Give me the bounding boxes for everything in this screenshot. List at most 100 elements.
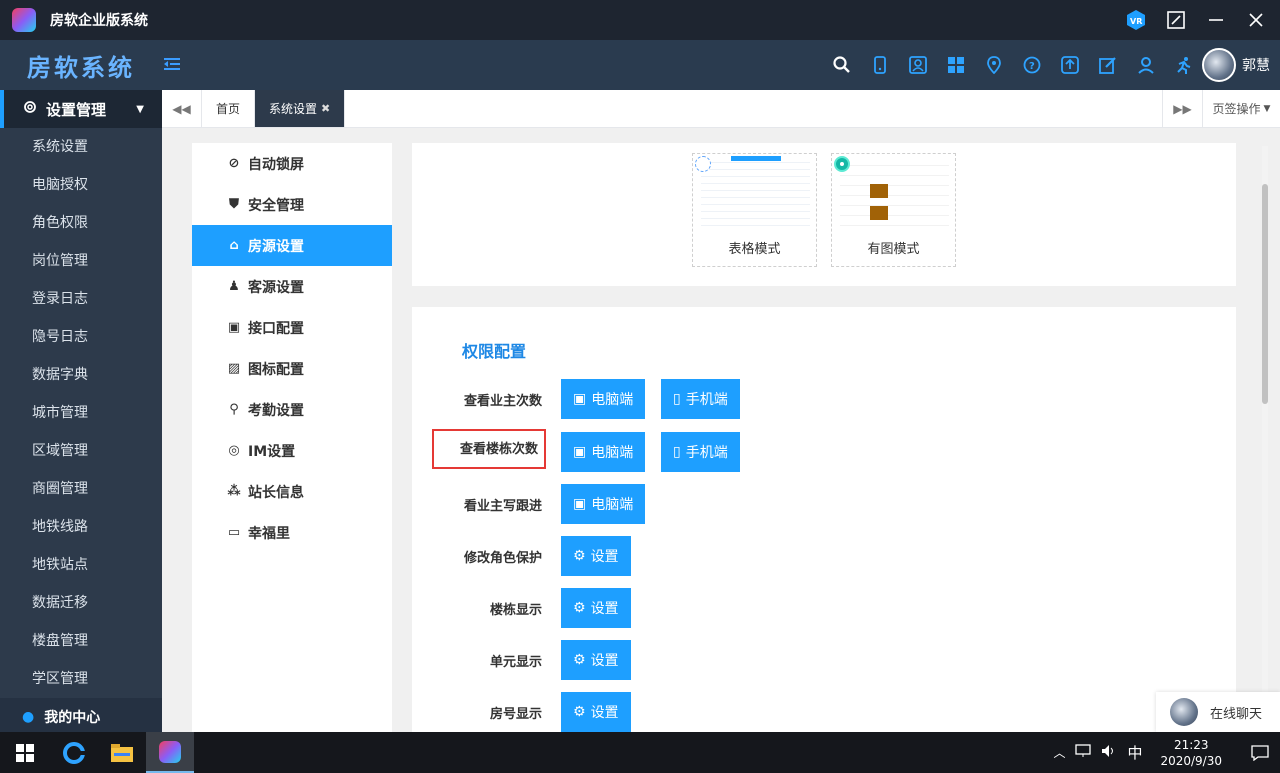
mode-card-table[interactable]: 表格模式 [692,153,817,267]
chat-avatar [1170,698,1198,726]
brand-title: 房软系统 [27,53,135,82]
sidebar-item[interactable]: 岗位管理 [0,242,162,280]
sidebar-item[interactable]: 角色权限 [0,204,162,242]
sidebar-item[interactable]: 地铁站点 [0,546,162,584]
clock-date: 2020/9/30 [1160,753,1222,768]
chat-icon: ◎ [228,443,240,458]
vr-icon[interactable]: VR [1124,8,1148,32]
edit-icon[interactable] [1098,55,1118,75]
sidebar-item[interactable]: 电脑授权 [0,166,162,204]
menu-toggle-icon[interactable] [164,55,180,76]
clock[interactable]: 21:23 2020/9/30 [1160,737,1222,769]
settings-nav-item[interactable]: ▣ 接口配置 [192,307,392,348]
sidebar-item[interactable]: 登录日志 [0,280,162,318]
permission-row: 房号显示 ⚙ 设置 [412,692,1236,732]
notification-icon[interactable] [1240,744,1280,761]
permission-panel: 权限配置 查看业主次数 ▣ 电脑端 ▯ 手机端 查看楼栋次数 ▣ 电脑端 ▯ 手机端 看业主写跟进 ▣… [412,307,1236,732]
close-icon[interactable] [1244,8,1268,32]
sidebar-group-settings[interactable]: 设置管理 ▼ [0,90,162,128]
grid-icon[interactable] [946,55,966,75]
system-tray: ︿ 中 21:23 2020/9/30 [1053,737,1280,769]
settings-nav: ⊘ 自动锁屏 ⛊ 安全管理 ⌂ 房源设置 ♟ 客源设置 ▣ 接口配置 ▨ 图标配置 ⚲ 考勤设置 ◎ IM设置… [192,143,392,732]
top-navbar: 房软系统 ? 郭慧 [0,40,1280,90]
chevron-up-icon[interactable]: ︿ [1053,744,1065,761]
sidebar-group-label: 设置管理 [46,100,107,119]
radio-table-mode[interactable] [695,156,711,172]
scrollbar[interactable] [1262,146,1268,732]
sidebar-item[interactable]: 数据迁移 [0,584,162,622]
pc-button[interactable]: ▣ 电脑端 [561,379,646,419]
settings-nav-label: IM设置 [248,443,296,460]
settings-nav-item[interactable]: ⊘ 自动锁屏 [192,143,392,184]
permission-label: 房号显示 [489,707,542,722]
sidebar-item[interactable]: 学区管理 [0,660,162,698]
gear-icon: ⚙ [573,548,586,564]
phone-icon[interactable] [870,55,890,75]
permission-label: 修改角色保护 [463,551,542,566]
gear-icon: ⚙ [573,652,586,668]
user-menu[interactable]: 郭慧 [1202,48,1270,82]
settings-nav-item[interactable]: ⛊ 安全管理 [192,184,392,225]
upload-icon[interactable] [1060,55,1080,75]
permission-row: 查看楼栋次数 ▣ 电脑端 ▯ 手机端 [412,429,1236,472]
tab-home[interactable]: 首页 [202,90,256,127]
screenshot-icon[interactable] [1164,8,1188,32]
mobile-button[interactable]: ▯ 手机端 [661,379,740,419]
shield-icon: ⛊ [229,197,239,212]
sidebar-item[interactable]: 商圈管理 [0,470,162,508]
tab-operations-dropdown[interactable]: 页签操作 ▼ [1202,90,1280,127]
tab-system-settings[interactable]: 系统设置 ✖ [255,90,346,127]
main-content: ⊘ 自动锁屏 ⛊ 安全管理 ⌂ 房源设置 ♟ 客源设置 ▣ 接口配置 ▨ 图标配置 ⚲ 考勤设置 ◎ IM设置… [162,128,1280,732]
edge-browser-icon[interactable] [50,732,98,773]
volume-icon[interactable] [1101,744,1117,761]
mode-label: 有图模式 [867,242,920,257]
settings-nav-label: 房源设置 [248,238,304,255]
sidebar-item[interactable]: 地铁线路 [0,508,162,546]
online-chat-button[interactable]: 在线聊天 [1156,692,1280,732]
contacts-icon[interactable] [908,55,928,75]
settings-nav-item[interactable]: ▭ 幸福里 [192,512,392,553]
settings-nav-item[interactable]: ⁂ 站长信息 [192,471,392,512]
search-icon[interactable] [832,55,852,75]
sidebar-item[interactable]: 隐号日志 [0,318,162,356]
permission-row: 看业主写跟进 ▣ 电脑端 [412,484,1236,524]
sidebar-item[interactable]: 楼盘管理 [0,622,162,660]
sidebar-item[interactable]: 城市管理 [0,394,162,432]
user-icon[interactable] [1136,55,1156,75]
sidebar-item[interactable]: 系统设置 [0,128,162,166]
settings-nav-item[interactable]: ▨ 图标配置 [192,348,392,389]
sidebar-group-my-center[interactable]: ● 我的中心 [0,698,162,732]
location-icon[interactable] [984,55,1004,75]
minimize-icon[interactable] [1204,8,1228,32]
mode-label: 表格模式 [728,242,781,257]
file-explorer-icon[interactable] [98,732,146,773]
help-icon[interactable]: ? [1022,55,1042,75]
pc-button[interactable]: ▣ 电脑端 [561,484,646,524]
sidebar-item[interactable]: 区域管理 [0,432,162,470]
sidebar-item[interactable]: 数据字典 [0,356,162,394]
settings-button[interactable]: ⚙ 设置 [561,588,631,628]
settings-nav-item[interactable]: ⚲ 考勤设置 [192,389,392,430]
tab-scroll-left-icon[interactable]: ◀◀ [162,90,202,127]
settings-nav-item[interactable]: ♟ 客源设置 [192,266,392,307]
network-icon[interactable] [1075,744,1092,761]
settings-button[interactable]: ⚙ 设置 [561,536,631,576]
avatar[interactable] [1202,48,1236,82]
tab-close-icon[interactable]: ✖ [321,102,330,115]
radio-image-mode[interactable] [834,156,850,172]
mode-card-image[interactable]: 有图模式 [831,153,956,267]
scrollbar-thumb[interactable] [1262,184,1268,404]
pc-button[interactable]: ▣ 电脑端 [561,432,646,472]
tab-scroll-right-icon[interactable]: ▶▶ [1162,90,1202,127]
ime-indicator[interactable]: 中 [1127,742,1142,763]
settings-button[interactable]: ⚙ 设置 [561,692,631,732]
settings-nav-item[interactable]: ⌂ 房源设置 [192,225,392,266]
fangruan-app-taskbar-icon[interactable] [146,732,194,773]
settings-nav-item[interactable]: ◎ IM设置 [192,430,392,471]
settings-button[interactable]: ⚙ 设置 [561,640,631,680]
windows-start-icon[interactable] [0,732,50,773]
run-icon[interactable] [1174,55,1194,75]
permission-label: 看业主写跟进 [463,499,542,514]
monitor-icon: ▣ [573,391,587,407]
mobile-button[interactable]: ▯ 手机端 [661,432,740,472]
